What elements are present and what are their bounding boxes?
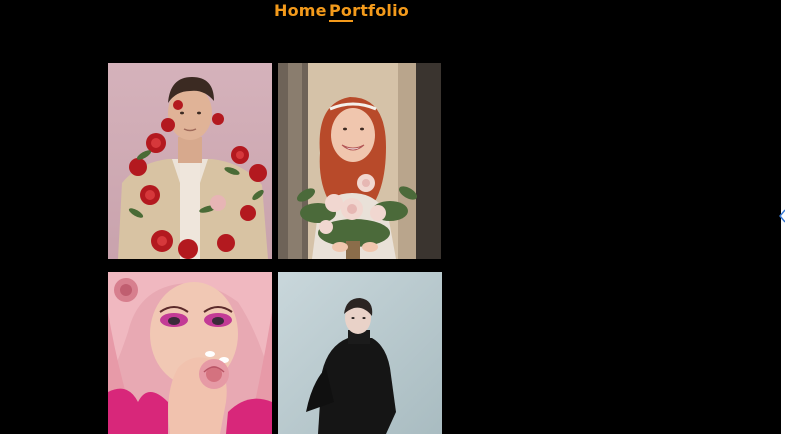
- bride-with-bouquet-photo: [278, 63, 441, 259]
- gallery-photo-man-with-roses[interactable]: [108, 63, 272, 259]
- active-nav-underline: [329, 20, 353, 22]
- gallery-photo-bride-with-bouquet[interactable]: [278, 63, 441, 259]
- man-with-roses-photo: [108, 63, 272, 259]
- top-nav: Home Portfolio: [0, 0, 781, 30]
- nav-portfolio-label: Portfolio: [329, 1, 409, 20]
- gallery-photo-man-in-black-coat[interactable]: [278, 272, 442, 434]
- pink-hair-woman-with-rose-photo: [108, 272, 272, 434]
- nav-home-link[interactable]: Home: [274, 1, 327, 21]
- nav-portfolio-link[interactable]: Portfolio: [329, 1, 409, 22]
- man-in-black-coat-photo: [278, 272, 442, 434]
- chevron-left-icon[interactable]: [779, 209, 785, 223]
- page-viewport: Home Portfolio: [0, 0, 781, 434]
- gallery-photo-pink-hair-woman[interactable]: [108, 272, 272, 434]
